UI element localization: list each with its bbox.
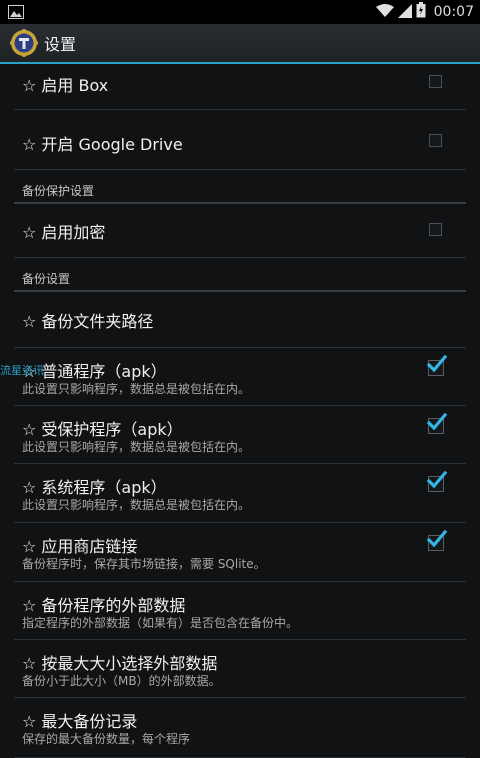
checkbox-checked[interactable]: [426, 470, 448, 492]
preference-row[interactable]: ☆ 受保护程序（apk） 此设置只影响程序，数据总是被包括在内。: [0, 406, 480, 464]
checkbox-unchecked[interactable]: [429, 222, 442, 236]
preference-title: ☆ 最大备份记录: [22, 712, 138, 731]
checkbox-checked[interactable]: [426, 529, 448, 551]
status-clock: 00:07: [433, 4, 474, 20]
signal-icon: [397, 3, 412, 22]
preference-row[interactable]: ☆ 最大备份记录 保存的最大备份数量，每个程序: [0, 698, 480, 758]
preference-row[interactable]: ☆ 系统程序（apk） 此设置只影响程序，数据总是被包括在内。: [0, 464, 480, 523]
preference-row[interactable]: ☆ 备份文件夹路径: [0, 288, 480, 348]
preference-summary: 保存的最大备份数量，每个程序: [22, 732, 191, 746]
status-bar: 00:07: [0, 0, 480, 24]
preference-summary: 备份小于此大小（MB）的外部数据。: [22, 674, 221, 688]
preference-row[interactable]: ☆ 启用加密: [0, 200, 480, 258]
preference-title: ☆ 启用加密: [22, 223, 106, 242]
preference-title: ☆ 应用商店链接: [22, 537, 138, 556]
preference-row[interactable]: ☆ 应用商店链接 备份程序时，保存其市场链接，需要 SQlite。: [0, 523, 480, 582]
preference-summary: 此设置只影响程序，数据总是被包括在内。: [22, 440, 251, 454]
preference-title: ☆ 备份文件夹路径: [22, 312, 154, 331]
category-header: 备份设置: [0, 258, 480, 292]
preference-summary: 指定程序的外部数据（如果有）是否包含在备份中。: [22, 616, 299, 630]
preference-title: ☆ 按最大大小选择外部数据: [22, 654, 218, 673]
category-label: 备份设置: [22, 272, 71, 286]
preference-summary: 此设置只影响程序，数据总是被包括在内。: [22, 498, 251, 512]
checkmark-icon: [426, 529, 448, 548]
preference-summary: 此设置只影响程序，数据总是被包括在内。: [22, 382, 251, 396]
preference-title: ☆ 备份程序的外部数据: [22, 596, 186, 615]
checkbox-unchecked[interactable]: [429, 133, 442, 147]
preference-title: ☆ 启用 Box: [22, 76, 109, 95]
checkbox-checked[interactable]: [426, 412, 448, 434]
gallery-notification-icon: [8, 4, 24, 19]
preference-row[interactable]: ☆ 普通程序（apk） 此设置只影响程序，数据总是被包括在内。: [0, 348, 480, 406]
preference-title: ☆ 受保护程序（apk）: [22, 420, 183, 439]
category-label: 备份保护设置: [22, 184, 95, 198]
checkmark-icon: [426, 354, 448, 373]
action-bar: 设置: [0, 24, 480, 64]
watermark-overlay: 流星资讯: [0, 364, 44, 377]
preference-row[interactable]: ☆ 开启 Google Drive: [0, 110, 480, 170]
preference-row[interactable]: ☆ 启用 Box: [0, 64, 480, 110]
checkbox-unchecked[interactable]: [429, 75, 442, 88]
preference-row[interactable]: ☆ 备份程序的外部数据 指定程序的外部数据（如果有）是否包含在备份中。: [0, 582, 480, 640]
page-title: 设置: [44, 35, 77, 54]
checkbox-checked[interactable]: [426, 354, 448, 376]
preference-summary: 备份程序时，保存其市场链接，需要 SQlite。: [22, 557, 266, 571]
battery-icon: [416, 2, 426, 22]
app-logo-icon[interactable]: [10, 29, 38, 57]
checkmark-icon: [426, 412, 448, 431]
preference-title: ☆ 系统程序（apk）: [22, 478, 167, 497]
category-header: 备份保护设置: [0, 170, 480, 204]
wifi-icon: [375, 3, 394, 22]
preference-row[interactable]: ☆ 按最大大小选择外部数据 备份小于此大小（MB）的外部数据。: [0, 640, 480, 698]
preference-title: ☆ 开启 Google Drive: [22, 135, 183, 154]
checkmark-icon: [426, 470, 448, 489]
